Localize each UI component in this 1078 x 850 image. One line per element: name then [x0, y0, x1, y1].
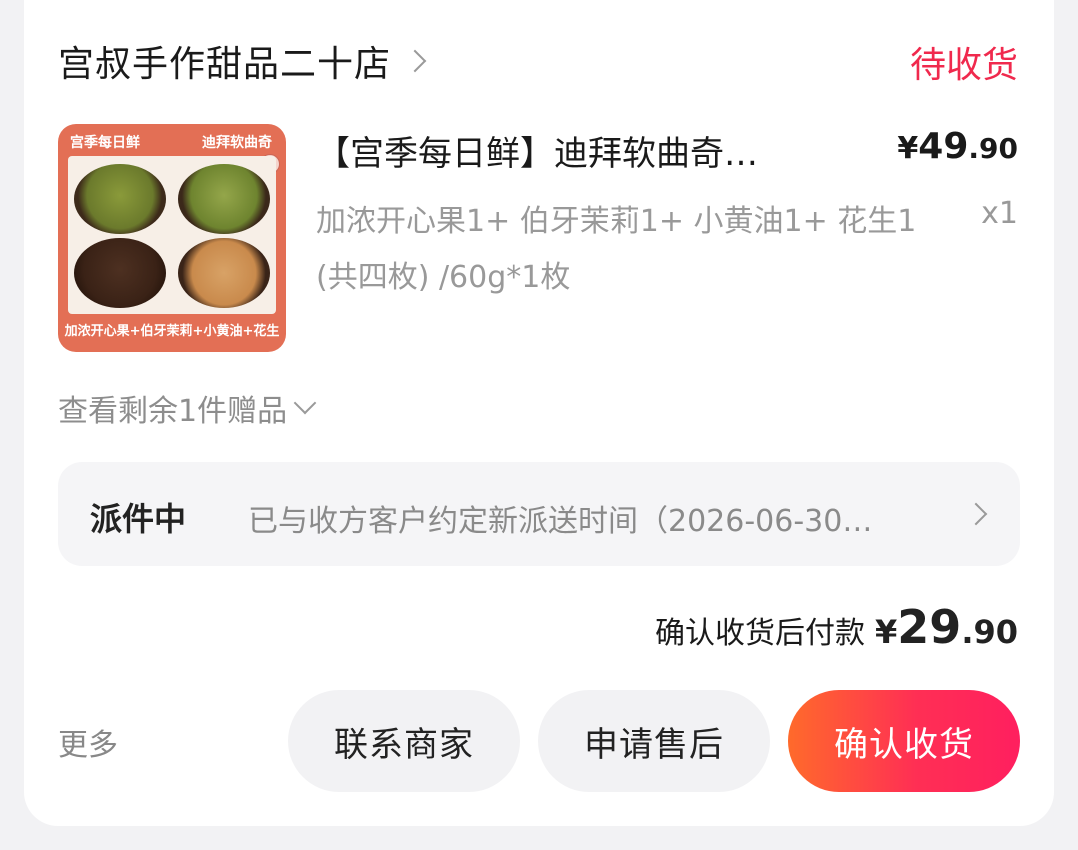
jasmine-cookie	[178, 164, 270, 234]
price-currency: ¥	[897, 131, 919, 166]
product-quantity: x1	[981, 196, 1018, 231]
payment-amount: ¥29.90	[875, 600, 1018, 654]
chevron-right-icon[interactable]	[964, 502, 988, 526]
product-image-photo	[68, 156, 276, 314]
view-gifts-toggle[interactable]: 查看剩余1件赠品	[58, 386, 317, 430]
store-header[interactable]: 宫叔手作甜品二十店	[58, 35, 427, 87]
product-title[interactable]: 【宫季每日鲜】迪拜软曲奇…	[316, 126, 876, 175]
product-spec: 加浓开心果1+ 伯牙茉莉1+ 小黄油1+ 花生1 (共四枚) /60g*1枚	[316, 204, 917, 295]
product-image-name-label: 迪拜软曲奇	[202, 135, 272, 151]
logistics-detail: 已与收方客户约定新派送时间（2026-06-30…	[248, 504, 873, 539]
view-gifts-label[interactable]: 查看剩余1件赠品	[58, 386, 287, 430]
price-decimal: .90	[968, 132, 1018, 165]
product-image-flavors-label: 加浓开心果+伯牙茉莉+小黄油+花生	[64, 324, 280, 339]
butter-cookie	[74, 238, 166, 308]
order-card: 宫叔手作甜品二十店 待收货 宫季每日鲜 迪拜软曲奇 加浓开心果+伯牙茉莉+小黄油…	[24, 0, 1054, 826]
payment-decimal: .90	[961, 613, 1018, 651]
order-status: 待收货	[909, 45, 1018, 86]
payment-label: 确认收货后付款	[655, 616, 866, 651]
confirm-receipt-button[interactable]: 确认收货	[788, 690, 1020, 792]
chevron-right-icon[interactable]	[403, 49, 427, 73]
product-image[interactable]: 宫季每日鲜 迪拜软曲奇 加浓开心果+伯牙茉莉+小黄油+花生	[58, 124, 286, 352]
payment-summary: 确认收货后付款 ¥29.90	[655, 600, 1018, 654]
logistics-bar[interactable]: 派件中 已与收方客户约定新派送时间（2026-06-30…	[58, 462, 1020, 566]
store-name[interactable]: 宫叔手作甜品二十店	[58, 35, 391, 87]
product-image-brand-label: 宫季每日鲜	[70, 135, 140, 151]
payment-integer: 29	[897, 600, 962, 654]
more-link[interactable]: 更多	[58, 720, 118, 764]
payment-currency: ¥	[875, 613, 898, 651]
logistics-status: 派件中	[90, 500, 187, 538]
peanut-cookie	[178, 238, 270, 308]
after-sale-button[interactable]: 申请售后	[538, 690, 770, 792]
product-price: ¥49.90	[897, 126, 1018, 167]
pistachio-cookie	[74, 164, 166, 234]
contact-merchant-button[interactable]: 联系商家	[288, 690, 520, 792]
chevron-down-icon[interactable]	[293, 391, 317, 415]
price-integer: 49	[918, 126, 969, 167]
